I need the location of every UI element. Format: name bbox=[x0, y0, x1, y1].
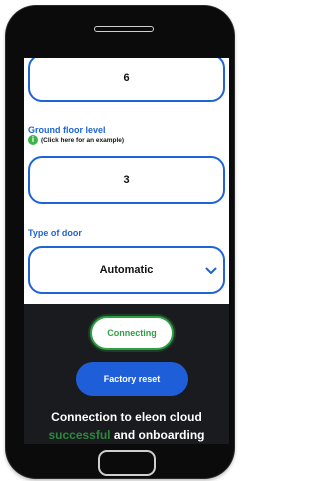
info-icon[interactable]: i bbox=[28, 135, 38, 145]
app-screen: 6 Ground floor level i (Click here for a… bbox=[24, 58, 229, 444]
configuration-form: 6 Ground floor level i (Click here for a… bbox=[24, 58, 229, 304]
status-success-word: successful bbox=[48, 428, 111, 442]
door-type-value: Automatic bbox=[99, 264, 154, 276]
door-type-label: Type of door bbox=[28, 228, 82, 238]
chevron-down-icon[interactable] bbox=[205, 267, 217, 275]
home-button[interactable] bbox=[98, 450, 156, 476]
ground-floor-value: 3 bbox=[123, 174, 130, 186]
ground-floor-label: Ground floor level bbox=[28, 125, 106, 135]
factory-reset-button[interactable]: Factory reset bbox=[76, 362, 188, 396]
door-type-select[interactable]: Automatic bbox=[28, 246, 225, 294]
connecting-button[interactable]: Connecting bbox=[90, 316, 174, 350]
action-panel: Connecting Factory reset Connection to e… bbox=[24, 304, 229, 444]
phone-frame: 6 Ground floor level i (Click here for a… bbox=[6, 6, 234, 478]
status-line-2: successful and onboarding bbox=[24, 426, 229, 444]
speaker-grille bbox=[94, 26, 154, 32]
status-line-2-rest: and onboarding bbox=[110, 428, 205, 442]
ground-floor-example-link[interactable]: i (Click here for an example) bbox=[28, 135, 124, 145]
example-hint-text[interactable]: (Click here for an example) bbox=[41, 137, 124, 144]
factory-reset-label: Factory reset bbox=[103, 374, 161, 384]
status-line-1: Connection to eleon cloud bbox=[51, 410, 202, 424]
ground-floor-field[interactable]: 3 bbox=[28, 156, 225, 204]
floors-field[interactable]: 6 bbox=[28, 58, 225, 102]
connecting-label: Connecting bbox=[107, 328, 157, 338]
floors-value: 6 bbox=[123, 72, 130, 84]
connection-status: Connection to eleon cloud successful and… bbox=[24, 408, 229, 444]
